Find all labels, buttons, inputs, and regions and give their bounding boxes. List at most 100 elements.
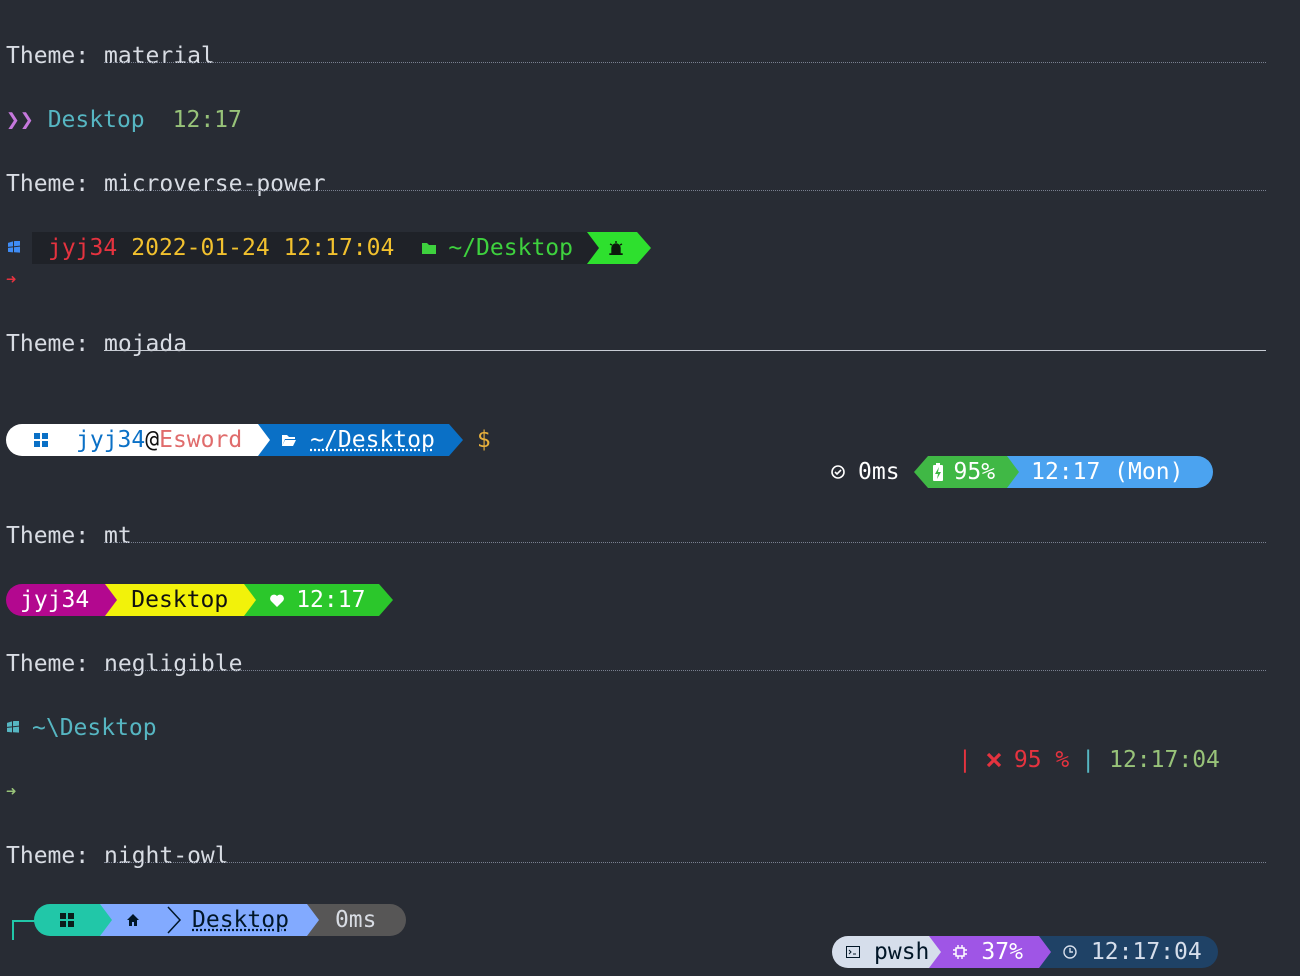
theme-header-microverse-power: Theme: microverse-power [6, 168, 1266, 200]
negligible-prompt: ~\Desktop [6, 712, 157, 744]
separator: | [1081, 747, 1096, 773]
segment-end-arrow [448, 424, 463, 456]
theme-header-mt: Theme: mt [6, 520, 1266, 552]
battery-level: 95% [953, 459, 996, 485]
hostname: Esword [159, 427, 243, 453]
theme-label: Theme: [6, 843, 90, 869]
negligible-second-line: ➜ [6, 776, 16, 808]
execution-time: 0ms [334, 907, 377, 933]
mojada-right-prompt: 0ms 95% 12:17 (Mon) [830, 456, 1214, 488]
dir-segment: Desktop [105, 584, 245, 616]
theme-label: Theme: [6, 651, 90, 677]
username: jyj34 [20, 587, 90, 613]
segment-arrow [1038, 936, 1051, 968]
theme-header-material: Theme: material [6, 40, 1266, 72]
os-segment [34, 904, 100, 936]
clock: 12:17 [296, 587, 366, 613]
clock-icon [1063, 945, 1077, 959]
time-segment: 12:17 [244, 584, 380, 616]
windows-icon [34, 433, 48, 447]
exec-time-segment: 0ms [306, 904, 407, 936]
clock: 12:17:04 [1109, 747, 1220, 773]
segment-arrow [244, 584, 257, 616]
time-segment: 12:17:04 [1038, 936, 1218, 968]
battery-segment: 95% [927, 456, 1008, 488]
path-segment: Desktop [100, 904, 307, 936]
arrow-symbol: ➜ [6, 270, 17, 290]
segment-end-arrow [636, 232, 651, 264]
prompt-connector-line [12, 920, 36, 940]
segment-arrow [258, 424, 271, 456]
theme-label: Theme: [6, 331, 90, 357]
theme-header-negligible: Theme: negligible [6, 648, 1266, 680]
cpu-usage: 37% [981, 939, 1023, 965]
path-segment: ~/Desktop [258, 424, 449, 456]
power-segment [586, 232, 637, 264]
execution-time: 0ms [858, 459, 900, 485]
dotted-divider [104, 670, 1266, 671]
cpu-segment: 37% [929, 936, 1039, 968]
theme-label: Theme: [6, 523, 90, 549]
folder-icon [422, 241, 437, 255]
theme-name: mt [104, 523, 132, 549]
folder-open-icon [282, 434, 297, 446]
theme-label: Theme: [6, 43, 90, 69]
dotted-divider [104, 542, 1266, 543]
datetime: 2022-01-24 12:17:04 [131, 235, 395, 261]
alarm-light-icon [609, 241, 623, 255]
microverse-second-line: ➜ [6, 264, 16, 296]
mojada-prompt: jyj34 @ Esword ~/Desktop $ [6, 424, 491, 456]
chevron-right-icon [166, 906, 182, 934]
material-prompt: ❯❯ Desktop 12:17 [6, 104, 242, 136]
time-segment: 12:17 (Mon) [1007, 456, 1214, 488]
battery-level: 95 % [1013, 747, 1070, 773]
username: jyj34 [48, 235, 118, 261]
segment-notch [22, 232, 32, 264]
solid-divider [104, 350, 1266, 351]
check-circle-icon [830, 464, 846, 480]
user-host-segment: jyj34 @ Esword [6, 424, 259, 456]
theme-name: negligible [104, 651, 243, 677]
nightowl-right-prompt: pwsh 37% 12:17:04 [832, 936, 1218, 968]
dotted-divider [104, 862, 1266, 863]
mt-prompt: jyj34 Desktop 12:17 [6, 584, 394, 616]
shell-segment: pwsh [832, 936, 930, 968]
username: jyj34 [76, 427, 146, 453]
segment-arrow [306, 904, 319, 936]
path: ~/Desktop [448, 235, 573, 261]
current-dir: Desktop [47, 107, 145, 133]
segment-arrow [100, 904, 112, 936]
theme-name: microverse-power [104, 171, 326, 197]
separator: | [958, 747, 972, 773]
clock: 12:17:04 [1090, 939, 1202, 965]
segment-arrow [929, 936, 942, 968]
current-dir: Desktop [131, 587, 229, 613]
prompt-symbol: ❯❯ [6, 107, 34, 133]
clock: 12:17 [172, 107, 242, 133]
microverse-prompt: jyj34 2022-01-24 12:17:04 ~/Desktop [6, 232, 651, 264]
battery-charging-icon [932, 463, 944, 481]
segment-arrow [586, 232, 599, 264]
user-datetime-segment: jyj34 2022-01-24 12:17:04 ~/Desktop [22, 232, 587, 264]
path: ~/Desktop [310, 427, 435, 453]
windows-icon [6, 721, 20, 735]
dotted-divider [104, 190, 1266, 191]
terminal-icon [846, 946, 860, 958]
current-dir: Desktop [192, 907, 289, 933]
clock: 12:17 (Mon) [1031, 459, 1184, 485]
shell-name: pwsh [874, 939, 930, 965]
at-sign: @ [145, 427, 160, 453]
dotted-divider [104, 62, 1266, 63]
theme-name: night-owl [104, 843, 229, 869]
segment-end-arrow [379, 584, 394, 616]
windows-icon [60, 913, 74, 927]
heart-icon [270, 593, 285, 607]
segment-arrow [105, 584, 118, 616]
segment-arrow [1007, 456, 1020, 488]
home-icon [126, 913, 140, 927]
theme-name: mojada [104, 331, 188, 357]
dollar-prompt: $ [476, 427, 491, 453]
path: ~\Desktop [32, 715, 157, 741]
user-segment: jyj34 [6, 584, 106, 616]
arrow-symbol: ➜ [6, 782, 17, 802]
